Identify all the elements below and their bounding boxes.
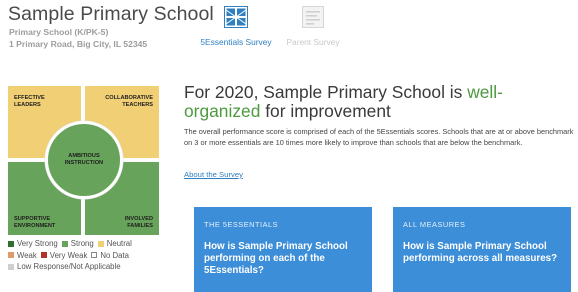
performance-description: The overall performance score is compris… — [184, 127, 574, 147]
quadrant-label-line: COLLABORATIVE — [105, 95, 153, 101]
quadrant-label-line: FAMILIES — [127, 222, 153, 229]
tab-parent-survey[interactable]: Parent Survey — [263, 6, 363, 47]
quadrant-label-line: LEADERS — [14, 101, 41, 108]
legend-neutral: Neutral — [97, 239, 132, 249]
center-label-line: AMBITIOUS — [68, 152, 100, 159]
center-label-line: INSTRUCTION — [64, 160, 104, 166]
legend-weak: Weak — [8, 251, 37, 260]
chart-legend: Very Strong Strong Neutral Weak Very Wea… — [8, 238, 178, 273]
legend-very-weak: Very Weak — [40, 250, 88, 260]
school-grades: Primary School (K/PK-5) — [9, 27, 109, 37]
legend-label: Weak — [17, 250, 37, 260]
5essentials-chart[interactable]: EFFECTIVE LEADERS COLLABORATIVE TEACHERS… — [8, 86, 159, 235]
legend-very-strong: Very Strong — [8, 239, 58, 248]
about-survey-link[interactable]: About the Survey — [184, 170, 243, 179]
parent-survey-icon — [302, 6, 324, 33]
legend-label: Very Weak — [49, 250, 88, 260]
legend-swatch — [8, 263, 14, 270]
quadrant-label-line: EFFECTIVE — [14, 95, 45, 101]
legend-no-data: No Data — [91, 251, 129, 260]
quadrant-label-line: ENVIRONMENT — [14, 222, 56, 229]
legend-swatch — [8, 240, 14, 247]
school-name: Sample Primary School — [8, 3, 214, 25]
card-all-measures[interactable]: ALL MEASURES How is Sample Primary Schoo… — [393, 207, 571, 292]
legend-strong: Strong — [61, 239, 94, 249]
center-ambitious-instruction[interactable]: AMBITIOUS INSTRUCTION — [45, 121, 123, 199]
card-kicker: THE 5ESSENTIALS — [204, 220, 279, 229]
legend-low-response: Low Response/Not Applicable — [8, 262, 121, 271]
school-address: 1 Primary Road, Big City, IL 52345 — [9, 39, 148, 49]
performance-headline: For 2020, Sample Primary School is well-… — [184, 83, 578, 121]
5essentials-grid-icon — [224, 6, 248, 33]
legend-swatch — [91, 252, 98, 259]
quadrant-label-line: INVOLVED — [124, 216, 153, 222]
legend-label: Neutral — [106, 239, 132, 249]
tab-parent-label: Parent Survey — [286, 37, 340, 47]
legend-swatch — [40, 252, 47, 259]
legend-swatch — [97, 240, 104, 247]
quadrant-label-line: SUPPORTIVE — [14, 216, 51, 222]
card-5essentials[interactable]: THE 5ESSENTIALS How is Sample Primary Sc… — [194, 207, 372, 292]
legend-label: Very Strong — [17, 239, 58, 249]
headline-prefix: For 2020, Sample Primary School is — [184, 82, 468, 102]
legend-label: Strong — [70, 239, 94, 249]
legend-swatch — [8, 252, 14, 259]
card-question: How is Sample Primary School performing … — [204, 241, 348, 276]
quadrant-label-line: TEACHERS — [122, 101, 153, 108]
card-kicker: ALL MEASURES — [403, 220, 466, 229]
legend-swatch — [61, 240, 68, 247]
legend-label: No Data — [100, 250, 129, 260]
headline-suffix: for improvement — [260, 100, 391, 121]
card-question: How is Sample Primary School performing … — [403, 241, 558, 264]
legend-label: Low Response/Not Applicable — [17, 262, 121, 272]
